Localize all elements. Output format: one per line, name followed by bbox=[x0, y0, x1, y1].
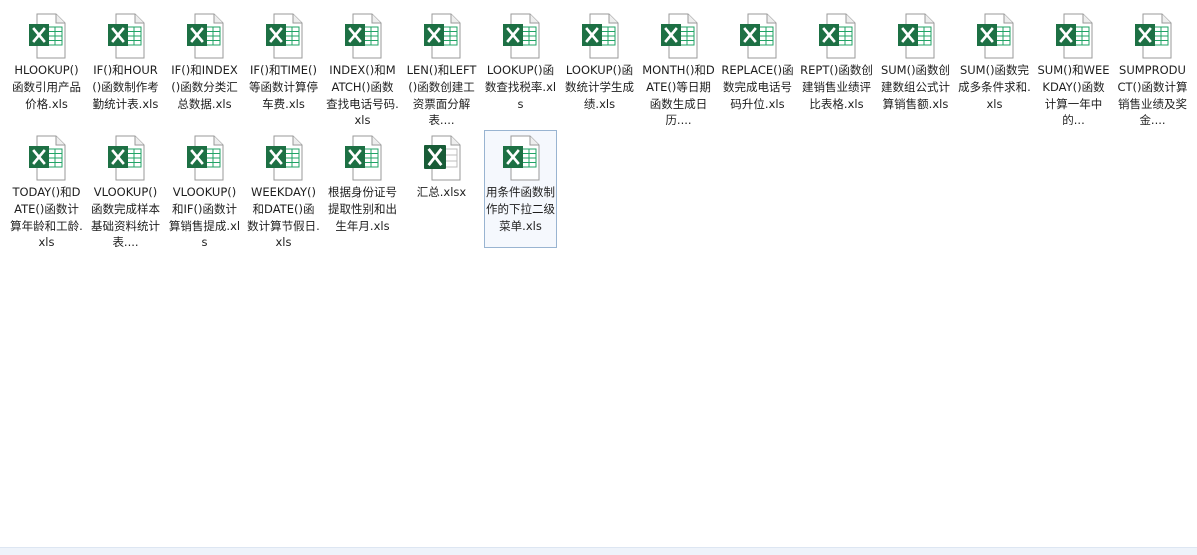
file-name-label: SUM()函数创建数组公式计算销售额.xls bbox=[880, 63, 951, 111]
file-name-label: IF()和HOUR()函数制作考勤统计表.xls bbox=[92, 63, 159, 111]
file-name-label: SUM()和WEEKDAY()函数计算一年中的... bbox=[1037, 63, 1110, 125]
file-item[interactable]: LEN()和LEFT()函数创建工资票面分解表.... bbox=[405, 8, 478, 126]
file-item[interactable]: IF()和INDEX()函数分类汇总数据.xls bbox=[168, 8, 241, 126]
file-item[interactable]: VLOOKUP()和IF()函数计算销售提成.xls bbox=[168, 130, 241, 248]
file-explorer-view: HLOOKUP()函数引用产品价格.xls IF()和HOUR()函数制作考勤统计… bbox=[0, 0, 1197, 555]
file-item[interactable]: 根据身份证号提取性别和出生年月.xls bbox=[326, 130, 399, 248]
file-name-label: HLOOKUP()函数引用产品价格.xls bbox=[12, 63, 81, 111]
excel-xls-icon bbox=[344, 13, 382, 59]
file-item[interactable]: SUM()函数完成多条件求和.xls bbox=[958, 8, 1031, 126]
excel-xls-icon bbox=[502, 135, 540, 181]
file-item[interactable]: SUM()函数创建数组公式计算销售额.xls bbox=[879, 8, 952, 126]
excel-xls-icon bbox=[28, 135, 66, 181]
file-name-label: VLOOKUP()函数完成样本基础资料统计表.... bbox=[91, 185, 160, 247]
file-name-label: LOOKUP()函数查找税率.xls bbox=[484, 63, 557, 111]
excel-xls-icon bbox=[502, 13, 540, 59]
file-icon-grid: HLOOKUP()函数引用产品价格.xls IF()和HOUR()函数制作考勤统计… bbox=[7, 8, 1192, 252]
excel-xls-icon bbox=[265, 13, 303, 59]
file-name-label: INDEX()和MATCH()函数查找电话号码.xls bbox=[326, 63, 399, 125]
file-name-label: LOOKUP()函数统计学生成绩.xls bbox=[565, 63, 634, 111]
excel-xls-icon bbox=[1055, 13, 1093, 59]
file-name-label: 根据身份证号提取性别和出生年月.xls bbox=[328, 185, 397, 233]
file-item[interactable]: REPLACE()函数完成电话号码升位.xls bbox=[721, 8, 794, 126]
file-name-label: REPT()函数创建销售业绩评比表格.xls bbox=[800, 63, 873, 111]
file-item[interactable]: TODAY()和DATE()函数计算年龄和工龄.xls bbox=[10, 130, 83, 248]
file-item[interactable]: VLOOKUP()函数完成样本基础资料统计表.... bbox=[89, 130, 162, 248]
excel-xls-icon bbox=[186, 135, 224, 181]
file-item[interactable]: INDEX()和MATCH()函数查找电话号码.xls bbox=[326, 8, 399, 126]
excel-xls-icon bbox=[423, 13, 461, 59]
file-name-label: 用条件函数制作的下拉二级菜单.xls bbox=[486, 185, 555, 233]
excel-xls-icon bbox=[897, 13, 935, 59]
file-name-label: SUMPRODUCT()函数计算销售业绩及奖金.... bbox=[1117, 63, 1188, 125]
file-item[interactable]: HLOOKUP()函数引用产品价格.xls bbox=[10, 8, 83, 126]
file-item[interactable]: WEEKDAY()和DATE()函数计算节假日.xls bbox=[247, 130, 320, 248]
file-name-label: LEN()和LEFT()函数创建工资票面分解表.... bbox=[406, 63, 477, 125]
excel-xls-icon bbox=[28, 13, 66, 59]
excel-xls-icon bbox=[581, 13, 619, 59]
file-item[interactable]: MONTH()和DATE()等日期函数生成日历.... bbox=[642, 8, 715, 126]
excel-xls-icon bbox=[739, 13, 777, 59]
file-item[interactable]: 汇总.xlsx bbox=[405, 130, 478, 248]
excel-xls-icon bbox=[818, 13, 856, 59]
file-name-label: SUM()函数完成多条件求和.xls bbox=[958, 63, 1031, 111]
file-item[interactable]: IF()和HOUR()函数制作考勤统计表.xls bbox=[89, 8, 162, 126]
file-name-label: MONTH()和DATE()等日期函数生成日历.... bbox=[642, 63, 715, 125]
file-item[interactable]: IF()和TIME()等函数计算停车费.xls bbox=[247, 8, 320, 126]
file-item[interactable]: LOOKUP()函数统计学生成绩.xls bbox=[563, 8, 636, 126]
file-name-label: VLOOKUP()和IF()函数计算销售提成.xls bbox=[168, 185, 241, 247]
file-name-label: REPLACE()函数完成电话号码升位.xls bbox=[721, 63, 794, 111]
file-name-label: TODAY()和DATE()函数计算年龄和工龄.xls bbox=[10, 185, 83, 247]
file-item[interactable]: REPT()函数创建销售业绩评比表格.xls bbox=[800, 8, 873, 126]
excel-xls-icon bbox=[107, 135, 145, 181]
file-item[interactable]: LOOKUP()函数查找税率.xls bbox=[484, 8, 557, 126]
excel-xls-icon bbox=[1134, 13, 1172, 59]
file-item[interactable]: 用条件函数制作的下拉二级菜单.xls bbox=[484, 130, 557, 248]
excel-xls-icon bbox=[344, 135, 382, 181]
file-item[interactable]: SUMPRODUCT()函数计算销售业绩及奖金.... bbox=[1116, 8, 1189, 126]
status-bar-edge bbox=[0, 547, 1197, 555]
file-name-label: IF()和INDEX()函数分类汇总数据.xls bbox=[171, 63, 238, 111]
excel-xls-icon bbox=[976, 13, 1014, 59]
excel-xls-icon bbox=[186, 13, 224, 59]
excel-xls-icon bbox=[265, 135, 303, 181]
excel-xls-icon bbox=[107, 13, 145, 59]
excel-xlsx-icon bbox=[423, 135, 461, 181]
file-name-label: WEEKDAY()和DATE()函数计算节假日.xls bbox=[247, 185, 320, 247]
file-name-label: IF()和TIME()等函数计算停车费.xls bbox=[249, 63, 318, 111]
file-item[interactable]: SUM()和WEEKDAY()函数计算一年中的... bbox=[1037, 8, 1110, 126]
excel-xls-icon bbox=[660, 13, 698, 59]
file-name-label: 汇总.xlsx bbox=[416, 185, 467, 199]
